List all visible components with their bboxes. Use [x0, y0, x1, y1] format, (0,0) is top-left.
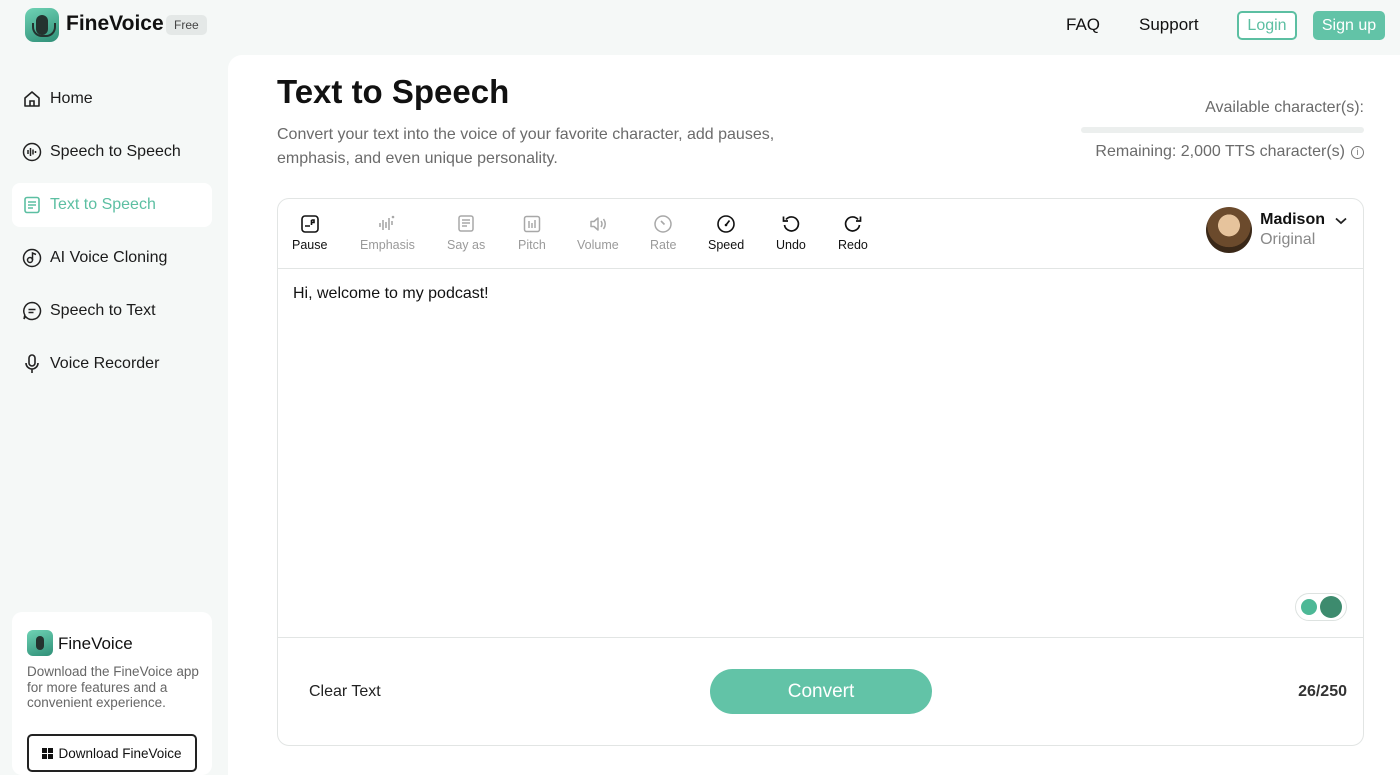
sidebar-item-voice-recorder[interactable]: Voice Recorder [12, 342, 212, 386]
pitch-tool[interactable]: Pitch [518, 213, 546, 252]
convert-button[interactable]: Convert [710, 669, 932, 714]
document-icon [22, 195, 42, 215]
nav-faq[interactable]: FAQ [1066, 15, 1100, 35]
tool-label: Say as [447, 238, 486, 252]
sidebar-item-label: Home [50, 90, 93, 107]
sidebar-item-speech-to-speech[interactable]: Speech to Speech [12, 130, 212, 174]
windows-icon [42, 747, 54, 759]
divider [278, 637, 1363, 638]
sidebar-item-speech-to-text[interactable]: Speech to Text [12, 289, 212, 333]
finevoice-logo-icon[interactable] [25, 8, 59, 42]
info-icon[interactable]: i [1351, 145, 1364, 159]
remaining-text: Remaining: 2,000 TTS character(s) [1095, 143, 1345, 160]
say-as-icon [455, 213, 477, 235]
undo-icon [780, 213, 802, 235]
sidebar-item-ai-voice-cloning[interactable]: AI Voice Cloning [12, 236, 212, 280]
editor-toolbar: Pause Emphasis Say as Pitch Volume Rate … [278, 199, 1363, 269]
voice-name: Madison [1260, 211, 1325, 228]
main-panel: Text to Speech Convert your text into th… [228, 55, 1400, 775]
promo-brand: FineVoice [58, 634, 133, 653]
tool-label: Redo [838, 238, 868, 252]
mic-icon [22, 354, 42, 374]
emphasis-icon [376, 213, 398, 235]
nav-support[interactable]: Support [1139, 15, 1199, 35]
tts-editor: Pause Emphasis Say as Pitch Volume Rate … [277, 198, 1364, 746]
page-subtitle: Convert your text into the voice of your… [277, 126, 775, 167]
voice-selector[interactable]: Madison Original [1206, 207, 1347, 253]
pause-tool[interactable]: Pause [292, 213, 327, 252]
sidebar-item-home[interactable]: Home [12, 77, 212, 121]
available-characters-label: Available character(s): [1205, 99, 1364, 116]
tool-label: Rate [650, 238, 677, 252]
character-count: 26/250 [1298, 683, 1347, 700]
voice-avatar [1206, 207, 1253, 253]
brand-name[interactable]: FineVoice [66, 12, 164, 36]
pitch-icon [521, 213, 543, 235]
download-button-label: Download FineVoice [58, 745, 182, 761]
pause-icon [299, 213, 321, 235]
top-bar: FineVoice Free FAQ Support Login Sign up [0, 0, 1400, 52]
usage-progress-bar [1081, 127, 1364, 133]
rate-tool[interactable]: Rate [650, 213, 676, 252]
tool-label: Emphasis [360, 238, 415, 252]
chevron-down-icon [1335, 212, 1347, 230]
tool-label: Undo [776, 238, 806, 252]
signup-button[interactable]: Sign up [1313, 11, 1385, 40]
finevoice-logo-icon [27, 630, 53, 656]
sidebar-item-text-to-speech[interactable]: Text to Speech [12, 183, 212, 227]
text-input[interactable]: Hi, welcome to my podcast! [293, 285, 489, 303]
rate-icon [652, 213, 674, 235]
plan-badge: Free [166, 15, 207, 35]
promo-description: Download the FineVoice app for more feat… [27, 664, 199, 710]
tool-label: Pause [292, 238, 328, 252]
emphasis-tool[interactable]: Emphasis [360, 213, 415, 252]
download-finevoice-button[interactable]: Download FineVoice [27, 734, 197, 772]
clear-text-button[interactable]: Clear Text [309, 683, 381, 701]
speedometer-icon [715, 213, 737, 235]
tool-label: Speed [708, 238, 745, 252]
home-icon [22, 89, 42, 109]
speed-tool[interactable]: Speed [708, 213, 744, 252]
tool-label: Pitch [518, 238, 546, 252]
redo-icon [842, 213, 864, 235]
lightbulb-icon[interactable] [1300, 599, 1317, 615]
remaining-characters: Remaining: 2,000 TTS character(s) i [1095, 143, 1364, 161]
sidebar-item-label: Voice Recorder [50, 355, 160, 372]
writing-assistant-widget[interactable] [1295, 593, 1347, 621]
redo-tool[interactable]: Redo [838, 213, 868, 252]
tool-label: Volume [577, 238, 619, 252]
sidebar-item-label: Speech to Text [50, 302, 156, 319]
waveform-icon [22, 142, 42, 162]
sidebar-item-label: AI Voice Cloning [50, 249, 168, 266]
sidebar-item-label: Text to Speech [50, 196, 156, 213]
volume-icon [587, 213, 609, 235]
clone-icon [22, 248, 42, 268]
volume-tool[interactable]: Volume [577, 213, 619, 252]
sidebar: Home Speech to Speech Text to Speech AI … [0, 52, 226, 775]
chat-text-icon [22, 301, 42, 321]
say-as-tool[interactable]: Say as [447, 213, 485, 252]
voice-style: Original [1260, 231, 1316, 248]
login-button[interactable]: Login [1237, 11, 1297, 40]
sidebar-item-label: Speech to Speech [50, 143, 181, 160]
page-title: Text to Speech [277, 73, 510, 110]
grammarly-icon[interactable] [1319, 596, 1342, 618]
download-app-card: FineVoice Download the FineVoice app for… [12, 612, 212, 775]
undo-tool[interactable]: Undo [776, 213, 806, 252]
